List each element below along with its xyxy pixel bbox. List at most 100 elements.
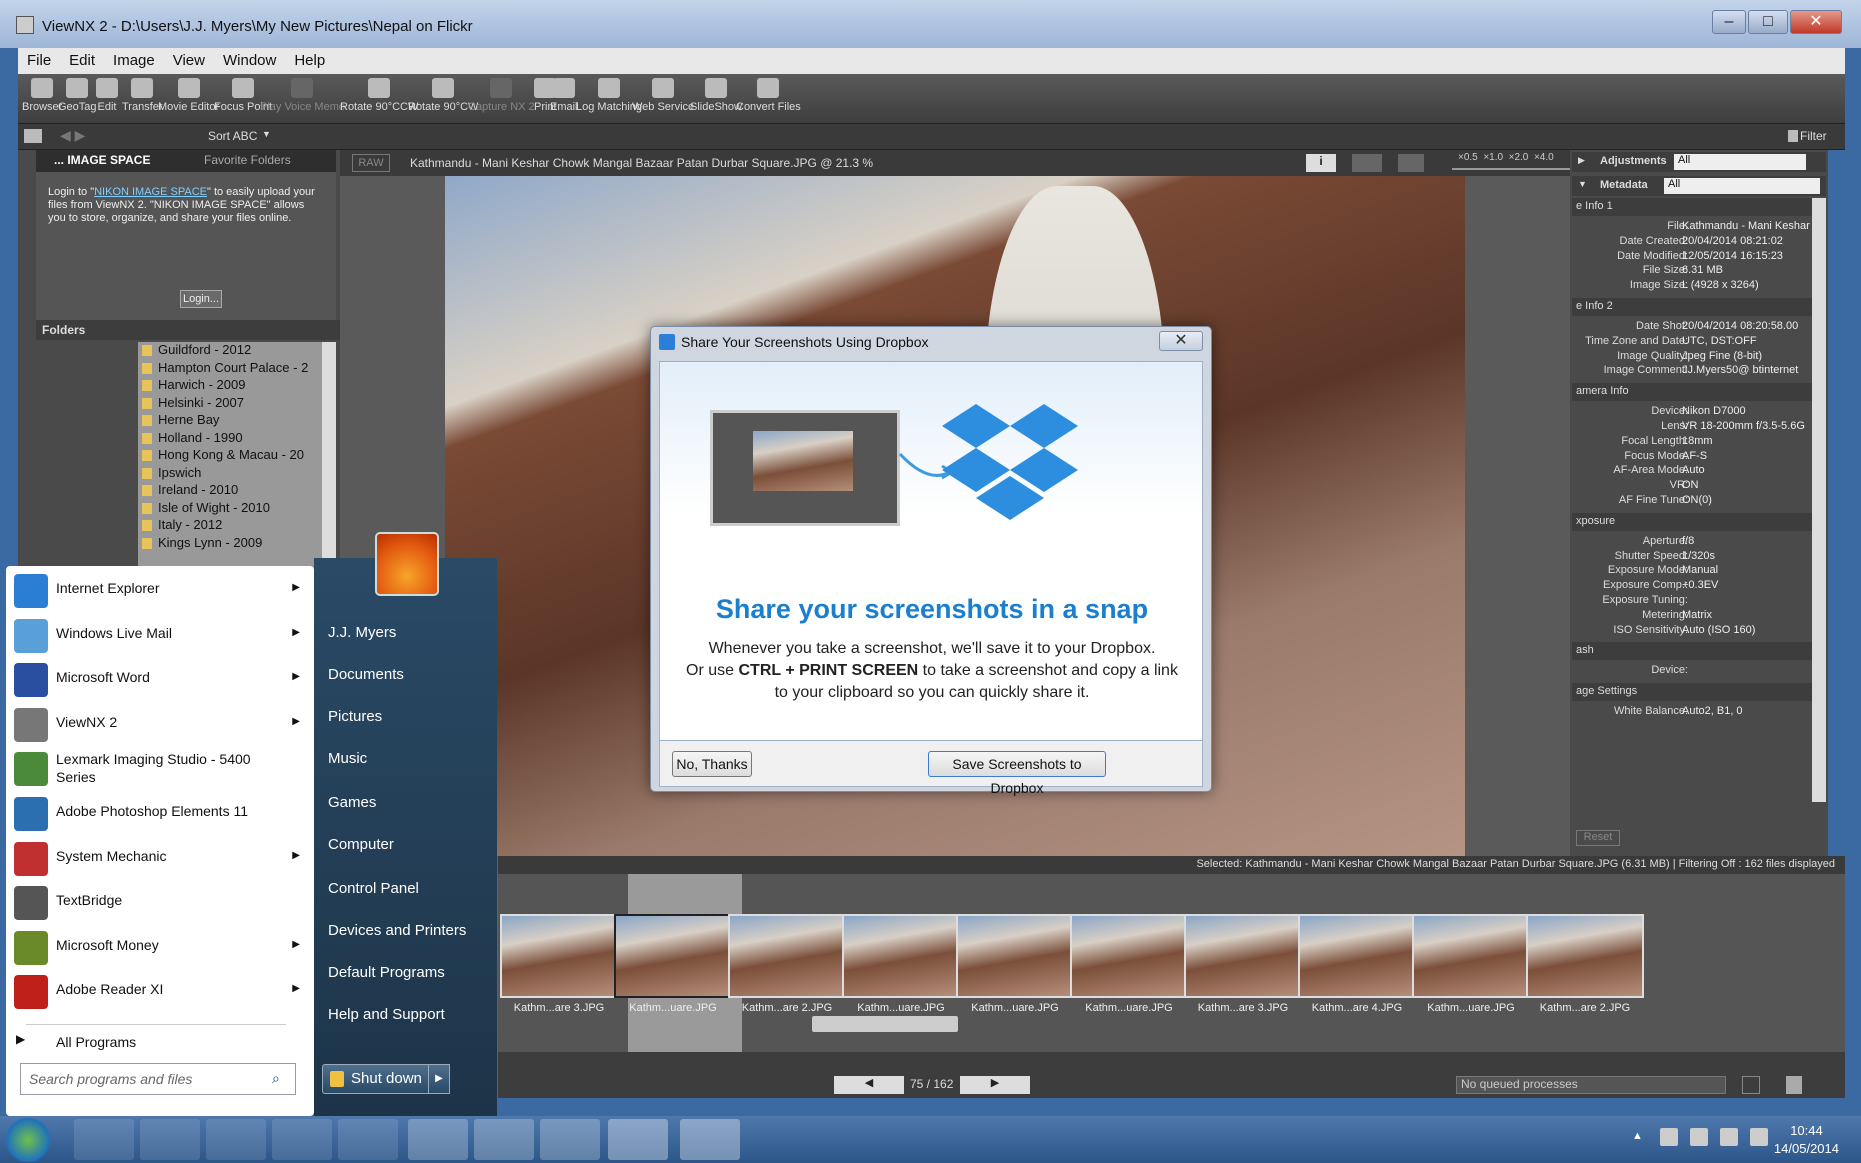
metadata-section-header[interactable]: age Settings: [1572, 683, 1812, 702]
minimize-button[interactable]: –: [1712, 10, 1746, 34]
login-button[interactable]: Login...: [180, 290, 222, 308]
thumbnail[interactable]: [1298, 914, 1416, 998]
cancel-queue-icon[interactable]: [1742, 1076, 1760, 1094]
folder-item[interactable]: Ireland - 2010: [138, 482, 322, 500]
folder-item[interactable]: Hong Kong & Macau - 20: [138, 447, 322, 465]
folder-item[interactable]: Isle of Wight - 2010: [138, 500, 322, 518]
folder-item[interactable]: Holland - 1990: [138, 430, 322, 448]
toolbar-rotate-90-ccw-button[interactable]: Rotate 90°CCW: [340, 78, 418, 113]
start-place-control-panel[interactable]: Control Panel: [328, 880, 419, 897]
thumbnail[interactable]: [614, 914, 732, 998]
back-arrow-icon[interactable]: ◀ ▶: [60, 127, 85, 144]
metadata-dropdown[interactable]: All: [1664, 178, 1820, 194]
thumbnail[interactable]: [1526, 914, 1644, 998]
start-place-devices-and-printers[interactable]: Devices and Printers: [328, 922, 466, 939]
filmstrip-scrollbar-thumb[interactable]: [812, 1016, 958, 1032]
all-programs-button[interactable]: All Programs: [56, 1034, 136, 1050]
grid-view-icon[interactable]: [24, 129, 42, 143]
toolbar-capture-nx-2-button[interactable]: Capture NX 2: [468, 78, 535, 113]
adjustments-dropdown[interactable]: All: [1674, 154, 1806, 170]
chrome-icon[interactable]: [272, 1119, 332, 1160]
start-button[interactable]: [6, 1118, 50, 1162]
start-search-input[interactable]: Search programs and files: [20, 1063, 296, 1095]
toolbar-convert-files-button[interactable]: Convert Files: [736, 78, 801, 113]
metadata-section-header[interactable]: xposure: [1572, 512, 1812, 531]
metadata-section-header[interactable]: amera Info: [1572, 383, 1812, 402]
thumbnail[interactable]: [728, 914, 846, 998]
thumbnail[interactable]: [1412, 914, 1530, 998]
folder-item[interactable]: Italy - 2012: [138, 517, 322, 535]
tray-expand-icon[interactable]: ▲: [1632, 1130, 1643, 1142]
folder-item[interactable]: Ipswich: [138, 465, 322, 483]
menu-edit[interactable]: Edit: [60, 48, 104, 73]
metadata-section-header[interactable]: ash: [1572, 642, 1812, 661]
start-place-j-j-myers[interactable]: J.J. Myers: [328, 624, 396, 641]
save-to-dropbox-button[interactable]: Save Screenshots to Dropbox: [928, 751, 1106, 796]
viewnx-taskbar-icon[interactable]: [608, 1119, 668, 1160]
start-program-textbridge[interactable]: TextBridge: [6, 880, 314, 924]
start-place-documents[interactable]: Documents: [328, 666, 404, 683]
metadata-section-header[interactable]: e Info 1: [1572, 198, 1812, 216]
no-thanks-button[interactable]: No, Thanks: [672, 751, 752, 777]
histogram-icon[interactable]: [1352, 154, 1382, 172]
file-explorer-icon[interactable]: [74, 1119, 134, 1160]
shutdown-options-arrow-icon[interactable]: ▶: [428, 1064, 450, 1094]
trash-icon[interactable]: [1786, 1076, 1802, 1094]
folder-item[interactable]: Harwich - 2009: [138, 377, 322, 395]
menu-file[interactable]: File: [18, 48, 60, 73]
expand-arrow-icon[interactable]: ▶: [1578, 155, 1585, 166]
start-program-microsoft-money[interactable]: Microsoft Money ▶: [6, 925, 314, 969]
tray-icon[interactable]: [1660, 1128, 1678, 1146]
next-image-button[interactable]: ▶: [960, 1076, 1030, 1094]
queue-dropdown[interactable]: No queued processes: [1456, 1076, 1726, 1094]
start-place-default-programs[interactable]: Default Programs: [328, 964, 445, 981]
sort-chevron-icon[interactable]: ▼: [262, 129, 271, 139]
menu-view[interactable]: View: [164, 48, 214, 73]
start-program-system-mechanic[interactable]: System Mechanic ▶: [6, 836, 314, 880]
thumbnail[interactable]: [842, 914, 960, 998]
media-player-icon[interactable]: [140, 1119, 200, 1160]
skype-icon[interactable]: [408, 1119, 468, 1160]
nikon-image-space-link[interactable]: NIKON IMAGE SPACE: [94, 186, 207, 198]
toolbar-geotag-button[interactable]: GeoTag: [58, 78, 97, 113]
maximize-button[interactable]: □: [1748, 10, 1788, 34]
close-window-button[interactable]: ✕: [1790, 10, 1842, 34]
metadata-scrollbar[interactable]: [1812, 198, 1826, 802]
network-icon[interactable]: [1720, 1128, 1738, 1146]
start-place-computer[interactable]: Computer: [328, 836, 394, 853]
start-program-internet-explorer[interactable]: Internet Explorer ▶: [6, 568, 314, 612]
folder-item[interactable]: Guildford - 2012: [138, 342, 322, 360]
app-icon[interactable]: [338, 1119, 398, 1160]
start-place-pictures[interactable]: Pictures: [328, 708, 382, 725]
filter-button[interactable]: Filter: [1800, 129, 1827, 143]
toolbar-play-voice-memo-button[interactable]: Play Voice Memo: [260, 78, 345, 113]
toolbar-movie-editor-button[interactable]: Movie Editor: [158, 78, 219, 113]
start-place-music[interactable]: Music: [328, 750, 367, 767]
dialog-close-button[interactable]: ✕: [1159, 331, 1203, 351]
start-program-viewnx-2[interactable]: ViewNX 2 ▶: [6, 702, 314, 746]
flag-icon[interactable]: [1690, 1128, 1708, 1146]
menu-help[interactable]: Help: [285, 48, 334, 73]
internet-explorer-icon[interactable]: [540, 1119, 600, 1160]
toolbar-transfer-button[interactable]: Transfer: [122, 78, 163, 113]
folder-item[interactable]: Helsinki - 2007: [138, 395, 322, 413]
collapse-arrow-icon[interactable]: ▼: [1578, 179, 1587, 189]
toolbar-web-service-button[interactable]: Web Service: [632, 78, 694, 113]
sort-dropdown[interactable]: Sort ABC: [208, 129, 257, 143]
menu-image[interactable]: Image: [104, 48, 164, 73]
zoom-slider[interactable]: [1452, 168, 1570, 170]
start-program-adobe-photoshop-elements-11[interactable]: Adobe Photoshop Elements 11: [6, 791, 314, 835]
volume-icon[interactable]: [1750, 1128, 1768, 1146]
fit-screen-icon[interactable]: [1398, 154, 1424, 172]
toolbar-slideshow-button[interactable]: SlideShow: [690, 78, 742, 113]
toolbar-edit-button[interactable]: Edit: [96, 78, 118, 113]
start-program-lexmark-imaging-studio-5400-series[interactable]: Lexmark Imaging Studio - 5400 Series: [6, 746, 314, 790]
thumbnail[interactable]: [1184, 914, 1302, 998]
start-place-help-and-support[interactable]: Help and Support: [328, 1006, 445, 1023]
start-program-adobe-reader-xi[interactable]: Adobe Reader XI ▶: [6, 969, 314, 1013]
app-icon[interactable]: [474, 1119, 534, 1160]
reset-button[interactable]: Reset: [1576, 830, 1620, 846]
metadata-section-header[interactable]: e Info 2: [1572, 298, 1812, 316]
start-program-microsoft-word[interactable]: Microsoft Word ▶: [6, 657, 314, 701]
thumbnail[interactable]: [1070, 914, 1188, 998]
